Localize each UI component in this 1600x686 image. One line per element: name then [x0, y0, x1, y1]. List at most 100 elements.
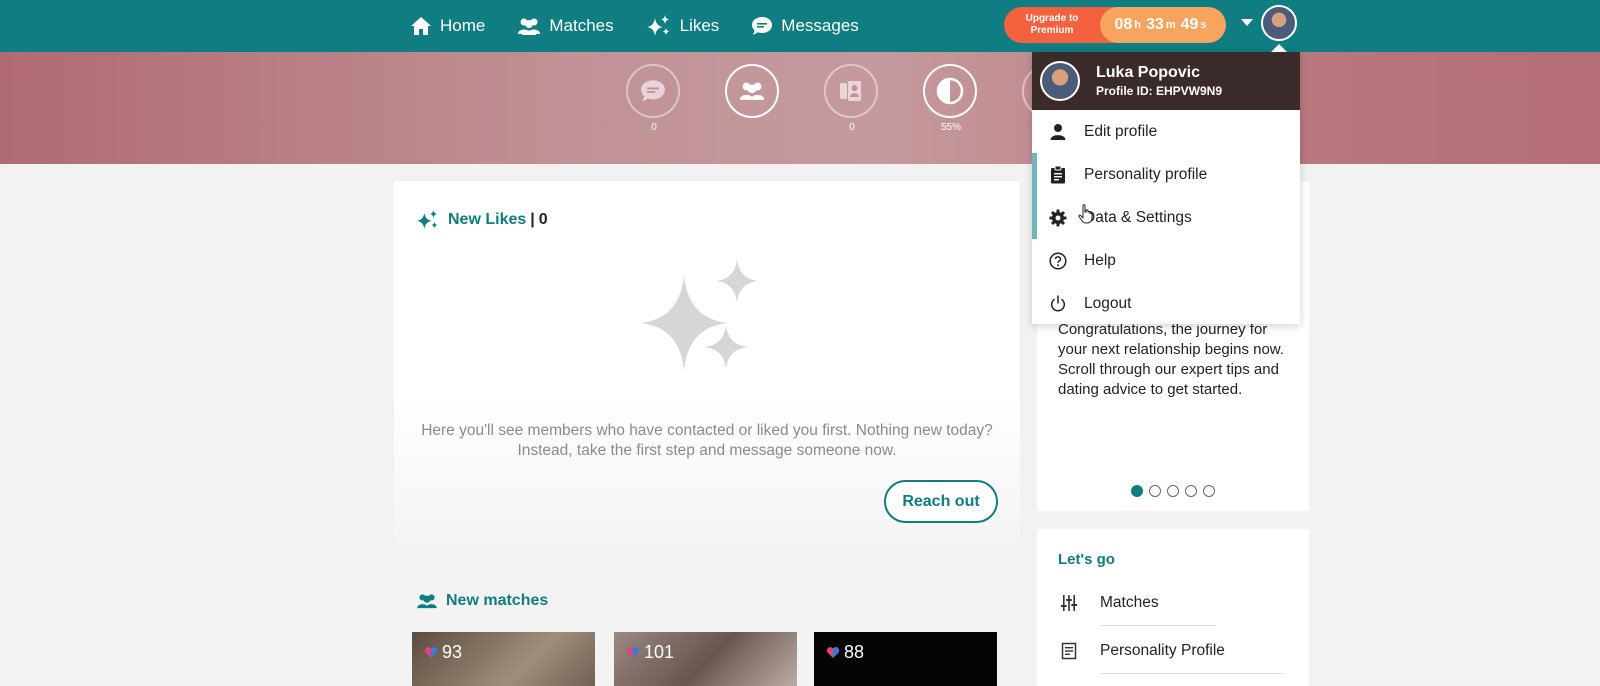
menu-data-settings[interactable]: Data & Settings	[1032, 196, 1300, 239]
carousel-dot[interactable]	[1185, 485, 1197, 497]
lets-go-card: Let's go Matches Personality Profile	[1037, 529, 1309, 686]
half-circle-icon	[936, 77, 964, 105]
nav-matches[interactable]: Matches	[517, 16, 614, 36]
home-icon	[411, 17, 431, 35]
carousel-dots	[1131, 485, 1221, 497]
divider	[1100, 625, 1216, 626]
reach-out-button[interactable]: Reach out	[884, 480, 998, 523]
countdown-timer: 08 h 33 m 49 s	[1100, 7, 1226, 43]
gear-icon	[1048, 209, 1068, 227]
carousel-dot[interactable]	[1131, 485, 1143, 497]
sparkles-icon	[646, 15, 670, 36]
match-score-value: 88	[844, 642, 865, 662]
account-dropdown-menu: Luka Popovic Profile ID: EHPVW9N9 Edit p…	[1032, 52, 1300, 324]
match-thumbnail[interactable]: 101	[614, 632, 797, 686]
upgrade-label: Upgrade to Premium	[1025, 13, 1079, 36]
lets-go-personality-profile[interactable]: Personality Profile	[1058, 642, 1225, 660]
contact-card-icon	[840, 81, 861, 101]
stat-messages[interactable]: 0	[626, 64, 682, 133]
new-matches-card: New matches 93 101 88	[394, 562, 1020, 686]
lets-go-matches[interactable]: Matches	[1058, 594, 1159, 612]
stat-value: 0	[849, 122, 855, 133]
stat-circle	[626, 64, 680, 118]
menu-personality-profile[interactable]: Personality profile	[1032, 153, 1300, 196]
nav-messages-label: Messages	[781, 16, 859, 35]
menu-logout-label: Logout	[1084, 294, 1132, 312]
timer-hours-unit: h	[1134, 19, 1142, 31]
new-likes-message-line2: Instead, take the first step and message…	[517, 442, 897, 459]
top-navigation-bar: Home Matches Likes Messages Upgrade to P…	[0, 0, 1600, 52]
stat-value: 0	[651, 122, 657, 133]
sparkles-icon	[417, 209, 438, 230]
carousel-dot[interactable]	[1167, 485, 1179, 497]
group-icon	[739, 82, 765, 100]
nav-likes[interactable]: Likes	[646, 14, 720, 38]
sliders-icon	[1058, 594, 1080, 612]
timer-seconds-unit: s	[1200, 19, 1207, 31]
stat-circle	[923, 64, 977, 118]
heart-icon	[826, 647, 840, 658]
lets-go-title: Let's go	[1058, 551, 1115, 568]
stat-circle	[824, 64, 878, 118]
chat-bubble-icon	[752, 17, 773, 35]
menu-edit-profile[interactable]: Edit profile	[1032, 110, 1300, 153]
user-name: Luka Popovic	[1096, 64, 1201, 81]
clipboard-icon	[1048, 165, 1068, 184]
new-matches-header: New matches	[416, 592, 548, 610]
hand-cursor-icon	[1078, 204, 1093, 224]
nav-home[interactable]: Home	[410, 16, 485, 36]
sparkles-illustration-icon	[640, 259, 758, 371]
menu-help[interactable]: Help	[1032, 239, 1300, 282]
menu-personality-profile-label: Personality profile	[1084, 165, 1208, 183]
carousel-dot[interactable]	[1149, 485, 1161, 497]
stat-personality[interactable]: 55%	[923, 64, 979, 133]
tips-text: Congratulations, the journey for your ne…	[1058, 321, 1284, 398]
divider	[1100, 673, 1283, 674]
lets-go-personality-label: Personality Profile	[1100, 642, 1225, 659]
heart-icon	[424, 647, 438, 658]
upgrade-premium-button[interactable]: Upgrade to Premium 08 h 33 m 49 s	[1004, 7, 1226, 43]
stat-circle	[725, 64, 779, 118]
nav-home-label: Home	[440, 16, 486, 35]
stats-banner: 0 0 55% SMS	[0, 52, 1600, 164]
stat-matches[interactable]	[725, 64, 781, 122]
new-likes-header: New Likes | 0	[416, 209, 548, 231]
new-likes-separator: |	[530, 211, 535, 228]
person-icon	[1048, 123, 1068, 141]
dropdown-pointer	[1271, 44, 1287, 52]
menu-logout[interactable]: Logout	[1032, 282, 1300, 325]
stat-value: 55%	[940, 122, 961, 133]
match-thumbnail[interactable]: 88	[814, 632, 997, 686]
stat-contacts[interactable]: 0	[824, 64, 880, 133]
match-score: 101	[626, 642, 674, 663]
group-icon	[417, 594, 437, 609]
match-score: 88	[826, 642, 864, 663]
menu-data-settings-label: Data & Settings	[1084, 208, 1192, 226]
timer-minutes-unit: m	[1165, 19, 1176, 31]
new-likes-message-line1: Here you'll see members who have contact…	[421, 422, 993, 439]
user-avatar[interactable]	[1261, 5, 1297, 41]
match-score-value: 101	[644, 642, 675, 662]
carousel-dot[interactable]	[1203, 485, 1215, 497]
new-likes-card: New Likes | 0 Here you'll see members wh…	[394, 181, 1020, 544]
document-icon	[1058, 642, 1080, 660]
new-likes-message: Here you'll see members who have contact…	[394, 421, 1020, 461]
menu-edit-profile-label: Edit profile	[1084, 122, 1158, 140]
timer-minutes: 33	[1146, 16, 1164, 33]
heart-icon	[626, 647, 640, 658]
new-likes-title: New Likes	[448, 211, 527, 228]
nav-matches-label: Matches	[549, 16, 614, 35]
power-icon	[1048, 295, 1068, 312]
match-thumbnail[interactable]: 93	[412, 632, 595, 686]
match-score-value: 93	[442, 642, 463, 662]
main-nav: Home Matches Likes Messages	[410, 0, 891, 52]
group-icon	[518, 18, 541, 35]
match-score: 93	[424, 642, 462, 663]
new-matches-title: New matches	[446, 592, 549, 609]
nav-likes-label: Likes	[679, 16, 720, 35]
dropdown-header: Luka Popovic Profile ID: EHPVW9N9	[1032, 52, 1300, 110]
nav-messages[interactable]: Messages	[751, 16, 859, 36]
new-likes-count: 0	[538, 211, 548, 228]
account-menu-caret-icon[interactable]	[1241, 19, 1253, 26]
dropdown-avatar	[1040, 61, 1080, 101]
